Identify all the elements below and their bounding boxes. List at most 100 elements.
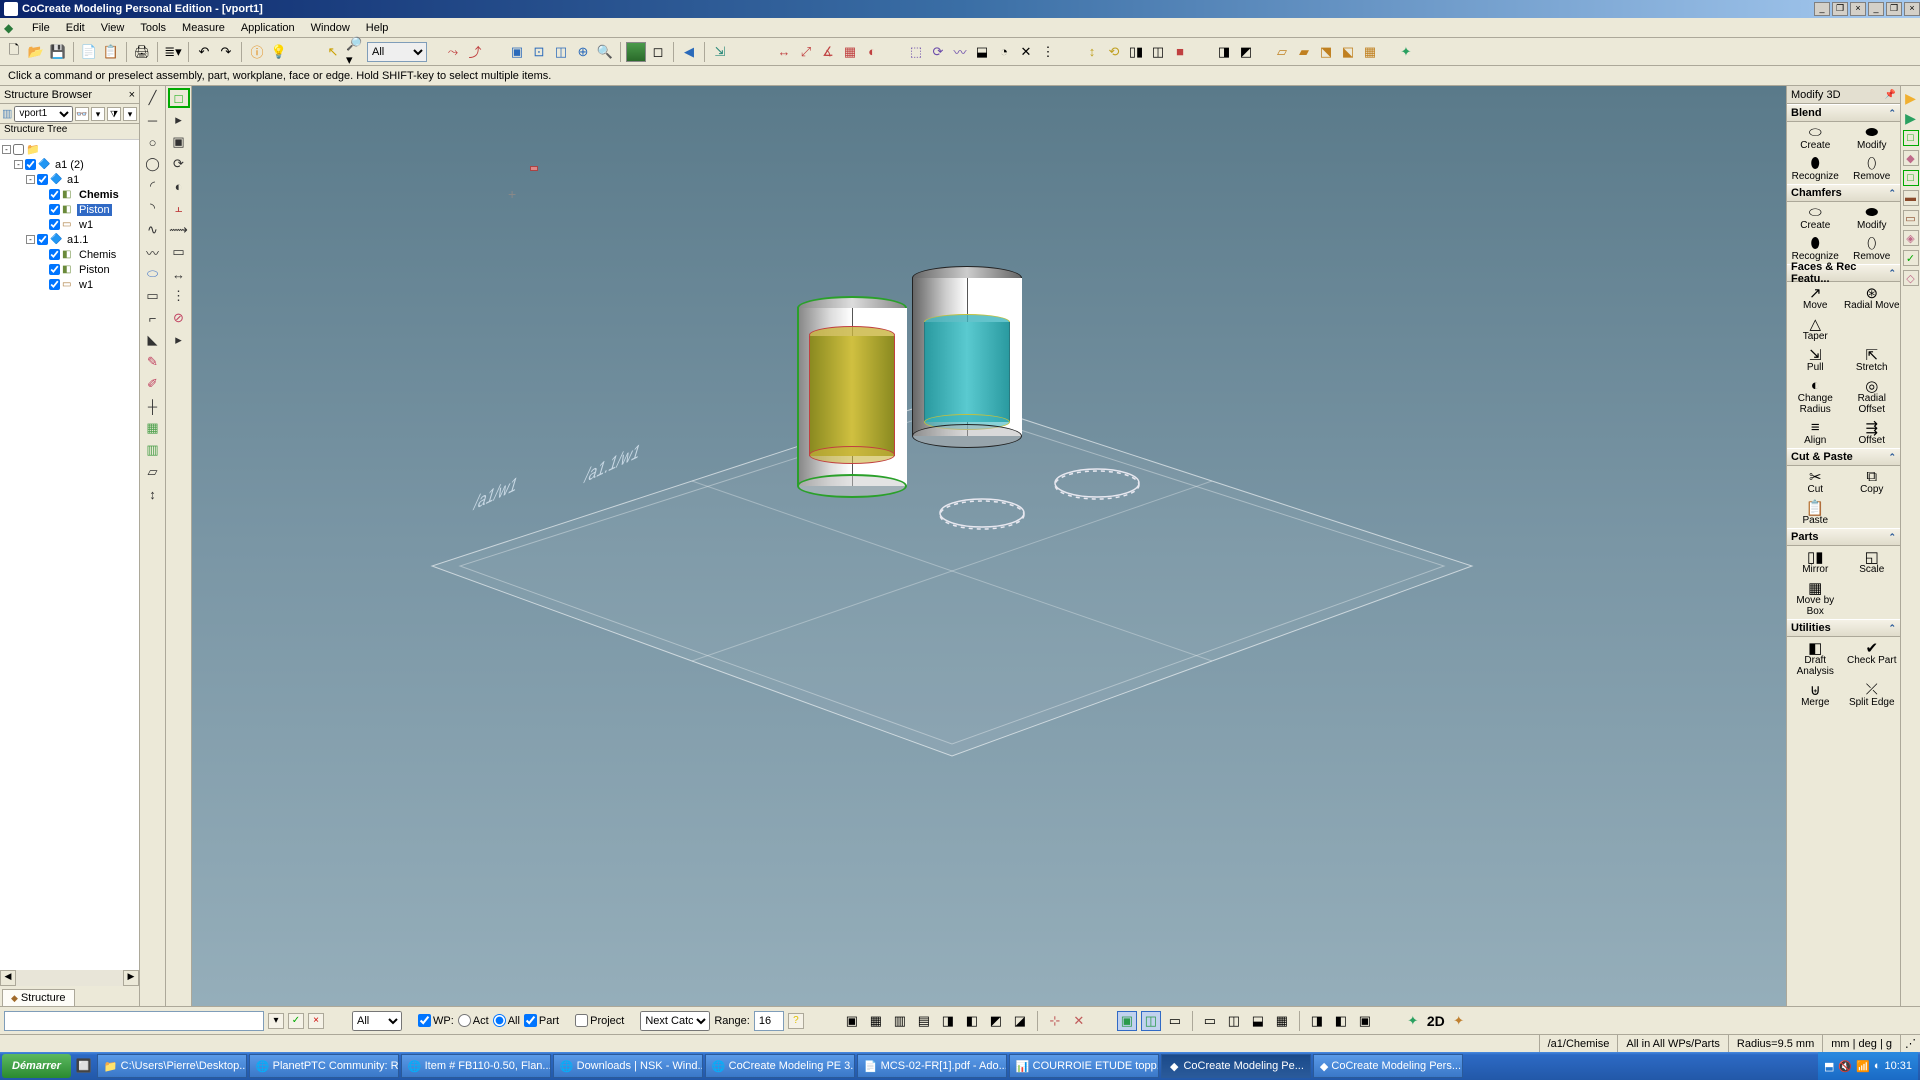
- view-std-icon[interactable]: ⇲: [710, 42, 730, 62]
- taskbar-item[interactable]: 📁C:\Users\Pierre\Desktop...: [97, 1054, 247, 1078]
- tree-visibility-checkbox[interactable]: [49, 279, 60, 290]
- close-button[interactable]: ×: [1850, 2, 1866, 16]
- view-b2-icon[interactable]: ◧: [962, 1011, 982, 1031]
- view-side-icon[interactable]: ▤: [914, 1011, 934, 1031]
- taskbar-item[interactable]: 🌐Downloads | NSK - Wind...: [553, 1054, 703, 1078]
- view-b1-icon[interactable]: ◨: [938, 1011, 958, 1031]
- mdi-minimize-button[interactable]: _: [1868, 2, 1884, 16]
- modify-modify-button[interactable]: ⬬Modify: [1844, 122, 1901, 153]
- tree-node[interactable]: Chemis: [2, 187, 137, 202]
- scroll-left-icon[interactable]: ◀: [0, 970, 16, 986]
- status-grip-icon[interactable]: ⋰: [1900, 1035, 1920, 1052]
- modify-scale-button[interactable]: ◱Scale: [1844, 546, 1901, 577]
- clip-1-icon[interactable]: ◨: [1307, 1011, 1327, 1031]
- snap-1-icon[interactable]: ⊹: [1045, 1011, 1065, 1031]
- box-tool-icon[interactable]: ■: [1170, 42, 1190, 62]
- coord-icon[interactable]: ✦: [1396, 42, 1416, 62]
- tree-expander-icon[interactable]: -: [2, 145, 11, 154]
- modify-create-button[interactable]: ⬭Create: [1787, 122, 1844, 153]
- command-dropdown-icon[interactable]: ▾: [268, 1013, 284, 1029]
- range-input[interactable]: [754, 1011, 784, 1031]
- all-radio[interactable]: All: [493, 1014, 520, 1027]
- tree-node[interactable]: -: [2, 142, 137, 157]
- sweep-icon[interactable]: 〰: [950, 42, 970, 62]
- range-help-icon[interactable]: ?: [788, 1013, 804, 1029]
- win-single-icon[interactable]: ▭: [1200, 1011, 1220, 1031]
- trim-icon[interactable]: ✎: [142, 352, 164, 372]
- rail-tool-5[interactable]: ▭: [1903, 210, 1919, 226]
- viewport[interactable]: + /a1/w1 /a1.1/w1: [192, 86, 1786, 1006]
- tree-visibility-checkbox[interactable]: [37, 234, 48, 245]
- fillet-icon[interactable]: ⌐: [142, 308, 164, 328]
- erase-icon[interactable]: ⊘: [168, 308, 190, 328]
- move-icon[interactable]: ↕: [1082, 42, 1102, 62]
- revolve-icon[interactable]: ⟳: [928, 42, 948, 62]
- modify-modify-button[interactable]: ⬬Modify: [1844, 202, 1901, 233]
- tree-expander-icon[interactable]: -: [26, 235, 35, 244]
- rail-tool-3[interactable]: □: [1903, 170, 1919, 186]
- clip-2-icon[interactable]: ◧: [1331, 1011, 1351, 1031]
- tree-visibility-checkbox[interactable]: [49, 249, 60, 260]
- command-cancel-icon[interactable]: ×: [308, 1013, 324, 1029]
- measure-icon[interactable]: ↕: [142, 484, 164, 504]
- offset2d-icon[interactable]: ⫠: [168, 198, 190, 218]
- chevron-up-icon[interactable]: ⌃: [1888, 268, 1896, 279]
- mdi-restore-button[interactable]: ❐: [1886, 2, 1902, 16]
- wp-face-icon[interactable]: ▰: [1294, 42, 1314, 62]
- tree-node-label[interactable]: a1 (2): [53, 159, 86, 171]
- tree-expander-icon[interactable]: -: [14, 160, 23, 169]
- tree-visibility-checkbox[interactable]: [49, 189, 60, 200]
- act-radio[interactable]: Act: [458, 1014, 489, 1027]
- modify-offset-button[interactable]: ⇶Offset: [1844, 417, 1901, 448]
- redo-icon[interactable]: ↷: [216, 42, 236, 62]
- view-b3-icon[interactable]: ◩: [986, 1011, 1006, 1031]
- restore-button[interactable]: ❐: [1832, 2, 1848, 16]
- circle-icon[interactable]: ○: [142, 132, 164, 152]
- taskbar-item[interactable]: 📊COURROIE ETUDE topp...: [1009, 1054, 1159, 1078]
- menu-help[interactable]: Help: [358, 20, 397, 36]
- zoom-window-icon[interactable]: ⊡: [529, 42, 549, 62]
- taskbar-item[interactable]: 🌐PlanetPTC Community: R...: [249, 1054, 399, 1078]
- fit-icon[interactable]: ▣: [507, 42, 527, 62]
- tray-icon-2[interactable]: 🔇: [1838, 1060, 1852, 1073]
- part-chemise-a1-1[interactable]: [912, 266, 1022, 436]
- pin-icon[interactable]: 📌: [1885, 89, 1896, 100]
- layer-icon[interactable]: ≣▾: [163, 42, 183, 62]
- chevron-up-icon[interactable]: ⌃: [1888, 188, 1896, 199]
- modify-copy-button[interactable]: ⧉Copy: [1844, 466, 1901, 497]
- structure-tree[interactable]: --a1 (2)-a1ChemisPistonw1-a1.1ChemisPist…: [0, 140, 139, 970]
- wp-view-icon[interactable]: ⬔: [1316, 42, 1336, 62]
- menu-window[interactable]: Window: [303, 20, 358, 36]
- view-iso-icon[interactable]: ▣: [842, 1011, 862, 1031]
- tree-hscroll[interactable]: ◀ ▶: [0, 970, 139, 986]
- rail-tool-4[interactable]: ▬: [1903, 190, 1919, 206]
- wp-checkbox[interactable]: WP:: [418, 1014, 454, 1027]
- drag-handle-icon[interactable]: [530, 166, 538, 171]
- modify-change-radius-button[interactable]: ◐Change Radius: [1787, 375, 1844, 417]
- mirror-tool-icon[interactable]: ▯▮: [1126, 42, 1146, 62]
- dim-angle-icon[interactable]: ∡: [818, 42, 838, 62]
- modify-stretch-button[interactable]: ⇱Stretch: [1844, 344, 1901, 375]
- tray-icon-1[interactable]: ⬒: [1824, 1060, 1834, 1073]
- pattern-icon[interactable]: ⋮: [1038, 42, 1058, 62]
- command-accept-icon[interactable]: ✓: [288, 1013, 304, 1029]
- print-icon[interactable]: 🖨: [132, 42, 152, 62]
- tree-visibility-checkbox[interactable]: [37, 174, 48, 185]
- rail-tool-2[interactable]: ◆: [1903, 150, 1919, 166]
- dim-table-icon[interactable]: ▦: [840, 42, 860, 62]
- copy2d-icon[interactable]: ▣: [168, 132, 190, 152]
- modify-section-header[interactable]: Utilities⌃: [1787, 619, 1900, 637]
- circle2-icon[interactable]: ◯: [142, 154, 164, 174]
- chevron-up-icon[interactable]: ⌃: [1888, 452, 1896, 463]
- loft-icon[interactable]: ⬓: [972, 42, 992, 62]
- tree-node[interactable]: w1: [2, 277, 137, 292]
- menu-tools[interactable]: Tools: [132, 20, 174, 36]
- draft-icon[interactable]: ✕: [1016, 42, 1036, 62]
- view-front-icon[interactable]: ▥: [890, 1011, 910, 1031]
- modify-create-button[interactable]: ⬭Create: [1787, 202, 1844, 233]
- zoom-dyn-icon[interactable]: ◫: [551, 42, 571, 62]
- win-4-icon[interactable]: ▦: [1272, 1011, 1292, 1031]
- chevron-up-icon[interactable]: ⌃: [1888, 623, 1896, 634]
- tree-node[interactable]: -a1: [2, 172, 137, 187]
- catch-select[interactable]: Next Catch: [640, 1011, 710, 1031]
